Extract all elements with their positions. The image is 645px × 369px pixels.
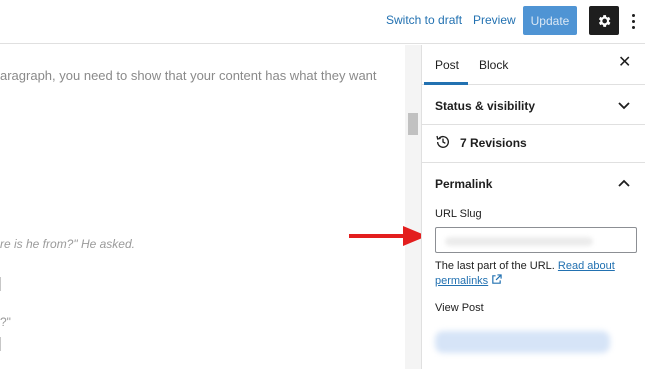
chevron-down-icon xyxy=(618,102,630,110)
update-button[interactable]: Update xyxy=(523,6,577,35)
scrollbar-thumb[interactable] xyxy=(408,113,418,135)
revisions-panel[interactable] xyxy=(422,125,645,163)
blurred-post-url[interactable] xyxy=(435,331,610,353)
url-slug-label: URL Slug xyxy=(435,208,482,220)
preview-button[interactable]: Preview xyxy=(473,13,516,27)
paragraph-text[interactable]: aragraph, you need to show that your con… xyxy=(0,68,377,83)
block-border xyxy=(0,337,1,351)
permalinks-link[interactable]: permalinks xyxy=(435,275,488,287)
gear-icon xyxy=(598,14,611,27)
red-arrow-icon xyxy=(349,226,427,246)
revisions-link[interactable]: 7 Revisions xyxy=(460,136,527,150)
switch-to-draft-button[interactable]: Switch to draft xyxy=(386,13,462,27)
settings-button[interactable] xyxy=(589,6,619,35)
blurred-slug-value xyxy=(445,237,593,246)
paragraph-text[interactable]: re is he from?" He asked. xyxy=(0,237,135,251)
editor-scrollbar[interactable] xyxy=(405,45,421,369)
chevron-up-icon[interactable] xyxy=(618,179,630,187)
editor-header: Switch to draft Preview Update xyxy=(0,0,645,44)
settings-sidebar: Post Block ✕ Status & visibility 7 Revis… xyxy=(421,45,645,369)
read-about-link[interactable]: Read about xyxy=(558,260,615,272)
editor-canvas[interactable]: aragraph, you need to show that your con… xyxy=(0,45,405,369)
sidebar-tabs: Post Block ✕ xyxy=(422,45,645,85)
more-options-button[interactable] xyxy=(626,9,640,33)
tab-block[interactable]: Block xyxy=(479,58,508,72)
more-vertical-icon xyxy=(631,13,635,17)
status-visibility-panel[interactable]: Status & visibility xyxy=(422,85,645,125)
block-border xyxy=(0,277,1,291)
permalink-title[interactable]: Permalink xyxy=(435,177,492,191)
history-icon xyxy=(436,135,449,148)
tab-post[interactable]: Post xyxy=(435,58,459,72)
view-post-label: View Post xyxy=(435,302,484,314)
paragraph-text[interactable]: ?" xyxy=(0,315,11,329)
panel-title: Status & visibility xyxy=(435,99,536,113)
close-icon[interactable]: ✕ xyxy=(618,55,632,71)
url-slug-input[interactable] xyxy=(435,227,637,253)
external-link-icon[interactable] xyxy=(491,274,502,285)
permalink-help-text: The last part of the URL. Read about per… xyxy=(435,260,615,287)
